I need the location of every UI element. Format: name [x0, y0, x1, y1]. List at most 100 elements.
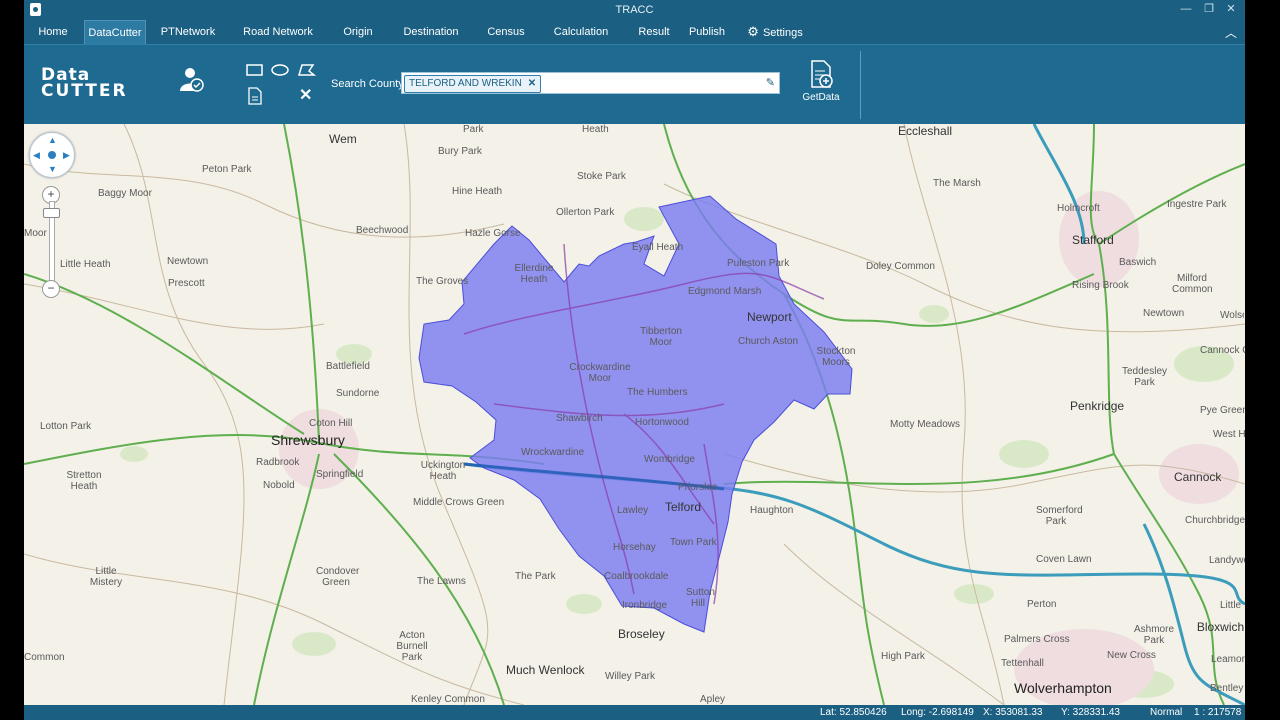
place-label: Bentley	[1210, 683, 1244, 694]
place-label: Common	[24, 652, 65, 663]
pan-center-icon[interactable]	[48, 151, 56, 159]
tab-home[interactable]: Home	[30, 20, 76, 44]
zoom-control: + −	[42, 184, 62, 299]
place-label: Ellerdine Heath	[514, 263, 554, 285]
menu-bar: Home DataCutter PTNetwork Road Network O…	[24, 20, 1245, 44]
place-label: Cannock	[1174, 470, 1222, 484]
place-label: Much Wenlock	[506, 663, 585, 677]
place-label: Kenley Common	[411, 694, 485, 705]
place-label: High Park	[881, 651, 925, 662]
tab-datacutter[interactable]: DataCutter	[84, 20, 146, 44]
place-label: The Park	[515, 571, 556, 582]
place-label: Hortonwood	[635, 417, 689, 428]
pencil-icon[interactable]: ✎	[766, 76, 775, 89]
place-label: Haughton	[750, 505, 794, 516]
place-label: Uckington Heath	[420, 460, 466, 482]
place-label: Edgmond Marsh	[688, 286, 762, 297]
zoom-out-button[interactable]: −	[42, 280, 60, 298]
place-label: Ollerton Park	[556, 207, 615, 218]
place-label: Wrockwardine	[521, 447, 585, 458]
tab-ptnetwork[interactable]: PTNetwork	[154, 20, 222, 44]
tab-origin[interactable]: Origin	[334, 20, 382, 44]
pan-control[interactable]: ▲ ▼ ◀ ▶	[29, 132, 75, 178]
place-label: Condover Green	[316, 566, 360, 588]
chip-remove-icon[interactable]: ✕	[528, 78, 536, 89]
place-label: Lawley	[617, 505, 649, 516]
county-chip[interactable]: TELFORD AND WREKIN ✕	[404, 75, 542, 93]
place-label: Coton Hill	[309, 418, 353, 429]
tab-census[interactable]: Census	[483, 20, 529, 44]
close-icon[interactable]: ✕	[1224, 2, 1238, 16]
place-label: Stretton Heath	[66, 470, 102, 492]
tab-publish[interactable]: Publish	[686, 20, 728, 44]
place-label: Bloxwich	[1196, 622, 1245, 633]
minimize-icon[interactable]: —	[1179, 2, 1193, 16]
place-label: Stafford	[1072, 233, 1114, 247]
place-label: Newport	[747, 310, 792, 324]
place-label: Sundorne	[336, 388, 380, 399]
getdata-label: GetData	[802, 92, 840, 103]
place-label: Rising Brook	[1072, 280, 1129, 291]
place-label: Shawbirch	[556, 413, 603, 424]
place-label: Wolverhampton	[1014, 680, 1112, 696]
place-label: Ingestre Park	[1167, 199, 1227, 210]
ribbon: Data CUTTER ✕ Search County: TELFORD AND…	[24, 44, 1245, 125]
place-label: Stoke Park	[577, 171, 626, 182]
place-label: Ironbridge	[622, 600, 668, 611]
place-label: Ashmore Park	[1134, 624, 1175, 646]
scale-readout: 1 : 217578	[1194, 707, 1242, 718]
zoom-slider-thumb[interactable]	[43, 208, 60, 218]
gear-icon: ⚙	[747, 24, 759, 39]
search-county-label: Search County:	[331, 78, 407, 90]
tab-calculation[interactable]: Calculation	[549, 20, 613, 44]
logo-line2: CUTTER	[41, 81, 128, 101]
place-label: Hine Heath	[452, 186, 503, 197]
county-chip-label: TELFORD AND WREKIN	[409, 78, 522, 89]
ellipse-select-icon[interactable]	[270, 63, 290, 77]
rectangle-select-icon[interactable]	[245, 63, 265, 77]
place-label: New Cross	[1107, 650, 1156, 661]
pan-up-icon[interactable]: ▲	[48, 135, 57, 145]
place-label: Holmcroft	[1057, 203, 1100, 214]
tab-result[interactable]: Result	[633, 20, 675, 44]
place-label: Springfield	[316, 469, 364, 480]
place-label: Baggy Moor	[98, 188, 152, 199]
chevron-up-icon[interactable]: ︿	[1225, 24, 1237, 41]
place-label: Coalbrookdale	[604, 571, 669, 582]
pan-left-icon[interactable]: ◀	[33, 150, 40, 161]
datacutter-logo: Data CUTTER	[41, 67, 128, 101]
place-label: Bury Park	[438, 146, 482, 157]
place-label: Priorslee	[678, 482, 718, 493]
place-label: Little Heath	[60, 259, 111, 270]
place-label: Stockton Moors	[816, 346, 856, 368]
place-label: Somerford Park	[1036, 505, 1083, 527]
place-label: Coven Lawn	[1036, 554, 1092, 565]
place-label: Crockwardine Moor	[569, 362, 631, 384]
polygon-select-icon[interactable]	[296, 63, 316, 77]
file-icon[interactable]	[247, 87, 263, 105]
clear-icon[interactable]: ✕	[299, 85, 312, 105]
place-label: Broseley	[618, 627, 665, 641]
map-view[interactable]: Wem Eccleshall Bury Park Stoke Park Peto…	[24, 124, 1245, 705]
pan-right-icon[interactable]: ▶	[63, 150, 70, 161]
user-check-icon[interactable]	[176, 65, 206, 95]
place-label: The Marsh	[933, 178, 981, 189]
tab-road-network[interactable]: Road Network	[239, 20, 317, 44]
place-label: Wolseley	[1220, 310, 1244, 321]
restore-icon[interactable]: ❐	[1202, 2, 1216, 16]
place-label: Landywood	[1209, 555, 1245, 566]
place-label: Acton Burnell Park	[396, 630, 428, 663]
search-county-input[interactable]: TELFORD AND WREKIN ✕ ✎	[401, 72, 780, 94]
place-label: Wem	[329, 132, 357, 146]
pan-down-icon[interactable]: ▼	[48, 164, 57, 174]
tab-destination[interactable]: Destination	[398, 20, 464, 44]
place-label: The Groves	[416, 276, 469, 287]
place-label: Penkridge	[1070, 399, 1125, 413]
place-label: Church Aston	[738, 336, 799, 347]
place-label: Middle Crows Green	[413, 497, 505, 508]
getdata-button[interactable]: GetData	[796, 59, 846, 103]
tab-settings[interactable]: ⚙ Settings	[744, 20, 806, 44]
place-label: Leamore	[1211, 654, 1245, 665]
place-label: Pye Green	[1200, 405, 1245, 416]
status-bar: Lat: 52.850426 Long: -2.698149 X: 353081…	[24, 705, 1245, 720]
